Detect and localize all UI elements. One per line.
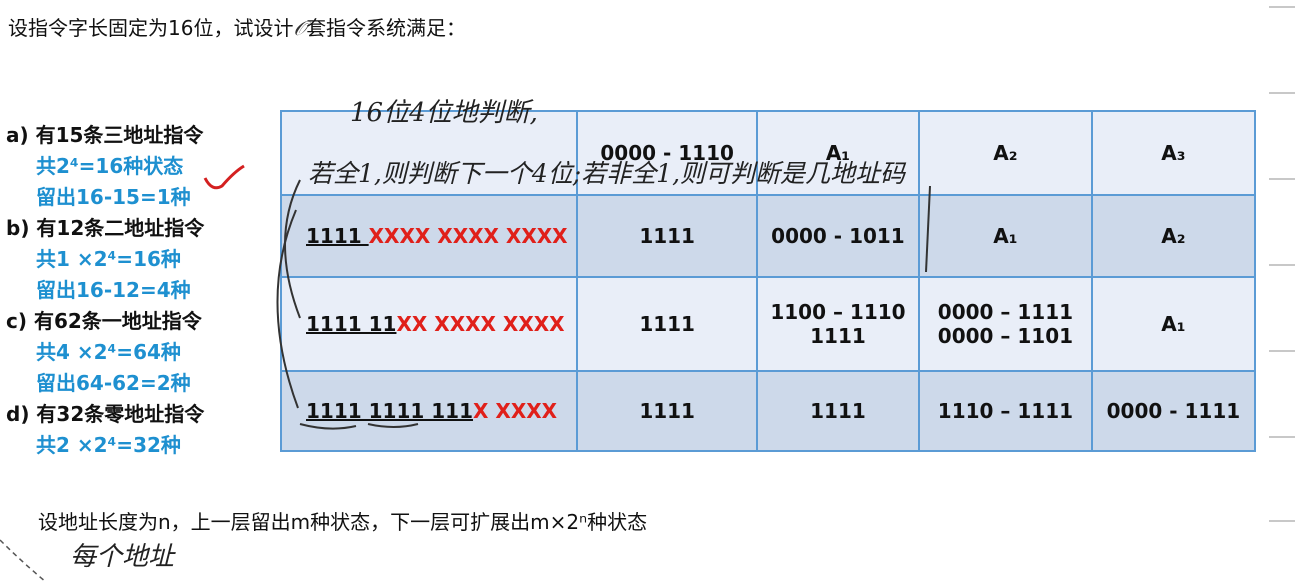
requirement-note: 共1 ×2⁴=16种 [36,247,181,271]
table-cell: 1111 [576,276,758,372]
page-edge-mark [1269,178,1295,180]
requirement-d: d) 有32条零地址指令 共2 ×2⁴=32种 [6,399,266,461]
requirement-head: d) 有32条零地址指令 [6,402,205,426]
requirement-note: 留出64-62=2种 [36,371,191,395]
page-edge-mark [1269,92,1295,94]
requirement-head: b) 有12条二地址指令 [6,216,205,240]
table-cell: A₂ [1090,194,1257,278]
requirement-c: c) 有62条一地址指令 共4 ×2⁴=64种 留出64-62=2种 [6,306,266,399]
table-cell: A₃ [1090,110,1257,196]
opcode-bits: 1111 1111 111 [306,399,474,423]
page-edge-mark [1269,264,1295,266]
requirement-note: 留出16-15=1种 [36,185,191,209]
table-row: 1111 11XX XXXX XXXX 1111 1100 – 1110 111… [279,276,1257,372]
table-cell: 1111 [755,370,921,452]
opcode-cell: 1111 11XX XXXX XXXX [279,276,579,372]
page-edge-mark [1269,436,1295,438]
table-cell: 0000 - 1111 [1090,370,1257,452]
opcode-cell: 1111 XXXX XXXX XXXX [279,194,579,278]
table-row: 1111 1111 111X XXXX 1111 1111 1110 – 111… [279,370,1257,452]
opcode-bits: 1111 [306,224,369,248]
handwritten-note-2: 若全1,则判断下一个4位;若非全1,则可判断是几地址码 [308,159,906,188]
page-edge-mark [1269,350,1295,352]
requirement-b: b) 有12条二地址指令 共1 ×2⁴=16种 留出16-12=4种 [6,213,266,306]
pen-mark: 𝒪 [293,16,307,40]
opcode-free-bits: X XXXX [473,399,558,423]
table-cell: 1110 – 1111 [918,370,1093,452]
table-cell: 1111 [576,370,758,452]
table-cell: A₁ [1090,276,1257,372]
requirements-list: a) 有15条三地址指令 共2⁴=16种状态 留出16-15=1种 b) 有12… [6,120,266,461]
table-cell: A₁ [918,194,1093,278]
table-cell: 1100 – 1110 1111 [755,276,921,372]
requirement-note: 留出16-12=4种 [36,278,191,302]
table-row: 1111 XXXX XXXX XXXX 1111 0000 - 1011 A₁ … [279,194,1257,278]
table-cell: 0000 – 1111 0000 – 1101 [918,276,1093,372]
opcode-bits: 1111 11 [306,312,397,336]
conclusion-text: 设地址长度为n，上一层留出m种状态，下一层可扩展出m×2ⁿ种状态 [38,510,648,534]
table-cell: 0000 - 1011 [755,194,921,278]
dashed-curve [0,539,47,582]
page-edge-mark [1269,520,1295,522]
table-cell: 1111 [576,194,758,278]
handwritten-note-1: 16位4位地判断, [350,98,538,128]
page-edge-mark [1269,6,1295,8]
opcode-cell: 1111 1111 111X XXXX [279,370,579,452]
handwritten-note-3: 每个地址 [70,542,175,572]
requirement-note: 共2 ×2⁴=32种 [36,433,181,457]
requirement-note: 共4 ×2⁴=64种 [36,340,181,364]
opcode-free-bits: XXXX XXXX XXXX [368,224,568,248]
title-after: 套指令系统满足： [306,16,467,40]
requirement-head: c) 有62条一地址指令 [6,309,202,333]
table-cell: A₂ [918,110,1093,196]
requirement-note: 共2⁴=16种状态 [36,154,184,178]
requirement-head: a) 有15条三地址指令 [6,123,204,147]
opcode-free-bits: XX XXXX XXXX [396,312,565,336]
title-before: 设指令字长固定为16位，试设计 [8,16,294,40]
requirement-a: a) 有15条三地址指令 共2⁴=16种状态 留出16-15=1种 [6,120,266,213]
problem-title: 设指令字长固定为16位，试设计𝒪套指令系统满足： [8,12,466,41]
